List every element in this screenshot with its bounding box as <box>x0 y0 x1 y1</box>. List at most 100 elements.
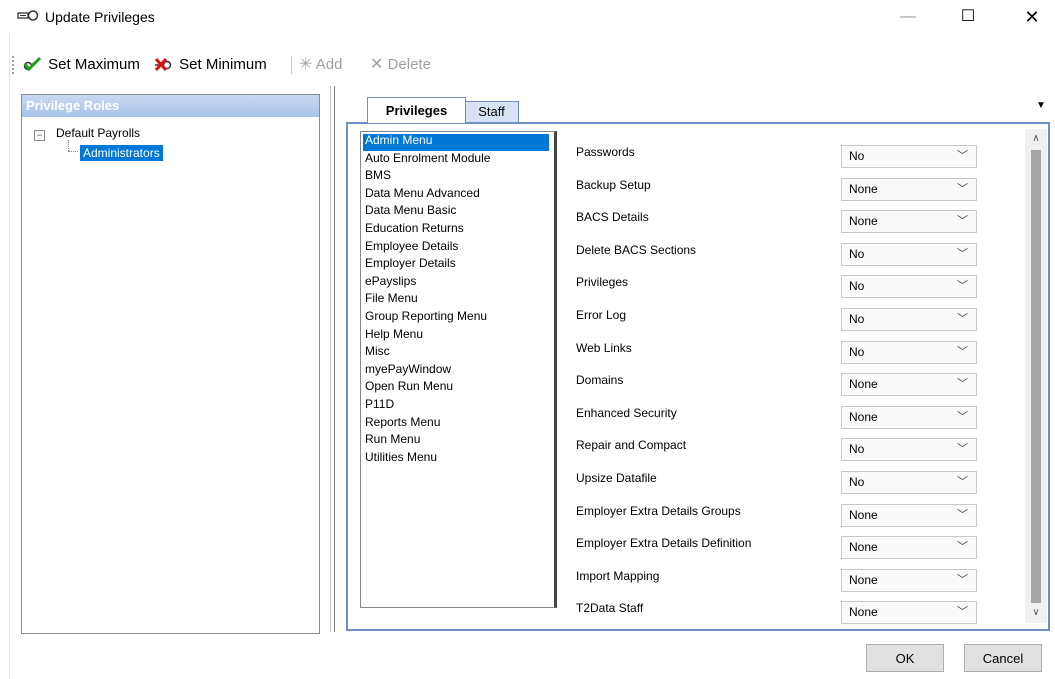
tab-staff[interactable]: Staff <box>464 101 519 122</box>
delete-button[interactable]: ✕ Delete <box>370 54 431 76</box>
dropdown-value: No <box>849 442 865 457</box>
dropdown-value: No <box>849 344 865 359</box>
list-item[interactable]: myePayWindow <box>363 363 549 380</box>
toolbar-separator <box>291 56 292 74</box>
privilege-level-dropdown[interactable]: No ﹀ <box>841 275 977 299</box>
tree-connector <box>68 140 69 151</box>
privilege-roles-panel: Privilege Roles − Default Payrolls Admin… <box>21 94 320 634</box>
dropdown-value: None <box>849 181 878 196</box>
privilege-level-dropdown[interactable]: None ﹀ <box>841 568 977 592</box>
list-item[interactable]: P11D <box>363 398 549 415</box>
list-item[interactable]: Admin Menu <box>363 134 549 151</box>
privilege-level-dropdown[interactable]: None ﹀ <box>841 405 977 429</box>
list-item[interactable]: Auto Enrolment Module <box>363 152 549 169</box>
dropdown-value: None <box>849 409 878 424</box>
privilege-label: Backup Setup <box>576 177 651 192</box>
chevron-down-icon: ﹀ <box>957 378 968 391</box>
set-maximum-button[interactable]: Set Maximum <box>22 54 140 76</box>
list-item[interactable]: Data Menu Basic <box>363 204 549 221</box>
list-item[interactable]: Employee Details <box>363 240 549 257</box>
tree-node-administrators[interactable]: Administrators <box>80 145 163 161</box>
privilege-label: Repair and Compact <box>576 438 687 453</box>
chevron-down-icon: ﹀ <box>957 606 968 619</box>
privilege-level-dropdown[interactable]: No ﹀ <box>841 145 977 168</box>
scroll-thumb[interactable] <box>1031 150 1041 603</box>
list-item[interactable]: BMS <box>363 169 549 186</box>
list-item[interactable]: Open Run Menu <box>363 380 549 397</box>
dropdown-value: None <box>849 507 878 522</box>
green-check-key-icon <box>23 56 42 72</box>
privilege-level-dropdown[interactable]: None ﹀ <box>841 177 977 201</box>
add-button[interactable]: ✳ Add <box>299 54 342 76</box>
privilege-level-dropdown[interactable]: No ﹀ <box>841 242 977 266</box>
privilege-level-dropdown[interactable]: None ﹀ <box>841 373 977 397</box>
list-item[interactable]: Employer Details <box>363 257 549 274</box>
chevron-down-icon: ﹀ <box>957 182 968 195</box>
chevron-down-icon: ﹀ <box>957 313 968 325</box>
chevron-down-icon: ﹀ <box>957 476 968 488</box>
privilege-label: Upsize Datafile <box>576 471 657 485</box>
list-item[interactable]: Help Menu <box>363 328 549 345</box>
minimize-button[interactable]: — <box>885 0 931 34</box>
vertical-scrollbar[interactable]: ∧ ∨ <box>1025 129 1047 623</box>
privilege-label: Domains <box>576 373 624 388</box>
list-item[interactable]: Misc <box>363 345 549 362</box>
privilege-label: Enhanced Security <box>576 405 677 420</box>
privilege-level-dropdown[interactable]: None ﹀ <box>841 210 977 234</box>
list-item[interactable]: Group Reporting Menu <box>363 310 549 327</box>
sparkle-add-icon: ✳ <box>299 56 313 73</box>
dropdown-value: None <box>849 377 878 392</box>
add-label: Add <box>315 56 343 73</box>
list-item[interactable]: Data Menu Advanced <box>363 187 549 204</box>
chevron-down-icon: ﹀ <box>957 247 968 260</box>
privilege-level-dropdown[interactable]: No ﹀ <box>841 471 977 494</box>
tree-node-default-payrolls[interactable]: Default Payrolls <box>56 126 140 140</box>
privilege-label: Error Log <box>576 308 627 322</box>
chevron-down-icon: ﹀ <box>957 573 968 586</box>
privilege-label: Delete BACS Sections <box>576 242 697 257</box>
toolbar-grip[interactable] <box>12 56 16 74</box>
scroll-up-arrow-icon[interactable]: ∧ <box>1025 129 1047 149</box>
tab-privileges[interactable]: Privileges <box>367 97 466 123</box>
window-title: Update Privileges <box>45 9 155 25</box>
privilege-level-dropdown[interactable]: None ﹀ <box>841 536 977 560</box>
chevron-down-icon: ﹀ <box>957 150 968 162</box>
chevron-down-icon: ﹀ <box>957 410 968 423</box>
dropdown-value: None <box>849 605 878 620</box>
scroll-down-arrow-icon[interactable]: ∨ <box>1025 603 1047 623</box>
panel-splitter[interactable] <box>330 86 335 632</box>
set-minimum-button[interactable]: Set Minimum <box>153 54 267 76</box>
close-button[interactable]: ✕ <box>1009 0 1055 34</box>
chevron-down-icon: ﹀ <box>957 345 968 358</box>
list-item[interactable]: Utilities Menu <box>363 451 549 468</box>
cancel-button[interactable]: Cancel <box>964 644 1042 672</box>
dropdown-value: No <box>849 279 865 294</box>
privilege-label: Employer Extra Details Definition <box>576 536 752 551</box>
list-item[interactable]: File Menu <box>363 292 549 309</box>
dropdown-value: None <box>849 540 878 555</box>
menu-listbox[interactable]: Admin Menu Auto Enrolment Module BMS Data M… <box>360 131 557 608</box>
dropdown-value: No <box>849 475 865 489</box>
list-item[interactable]: Run Menu <box>363 433 549 450</box>
tree-collapse-toggle[interactable]: − <box>34 130 45 141</box>
window-left-border <box>9 0 10 679</box>
privilege-level-dropdown[interactable]: No ﹀ <box>841 340 977 364</box>
privilege-level-dropdown[interactable]: None ﹀ <box>841 601 977 625</box>
dropdown-value: No <box>849 149 865 163</box>
privilege-label: Employer Extra Details Groups <box>576 503 741 518</box>
list-item[interactable]: Reports Menu <box>363 416 549 433</box>
dropdown-value: No <box>849 312 865 326</box>
maximize-button[interactable]: ☐ <box>945 0 991 34</box>
chevron-down-icon: ﹀ <box>957 508 968 521</box>
chevron-down-icon: ﹀ <box>957 443 968 456</box>
list-item[interactable]: Education Returns <box>363 222 549 239</box>
list-item[interactable]: ePayslips <box>363 275 549 292</box>
cross-delete-icon: ✕ <box>370 56 384 73</box>
ok-button[interactable]: OK <box>866 644 944 672</box>
tab-list-dropdown-icon[interactable]: ▼ <box>1036 100 1046 111</box>
privilege-label: Import Mapping <box>576 568 660 583</box>
privilege-level-dropdown[interactable]: None ﹀ <box>841 503 977 527</box>
privilege-level-dropdown[interactable]: No ﹀ <box>841 308 977 331</box>
privilege-level-dropdown[interactable]: No ﹀ <box>841 438 977 462</box>
chevron-down-icon: ﹀ <box>957 280 968 293</box>
